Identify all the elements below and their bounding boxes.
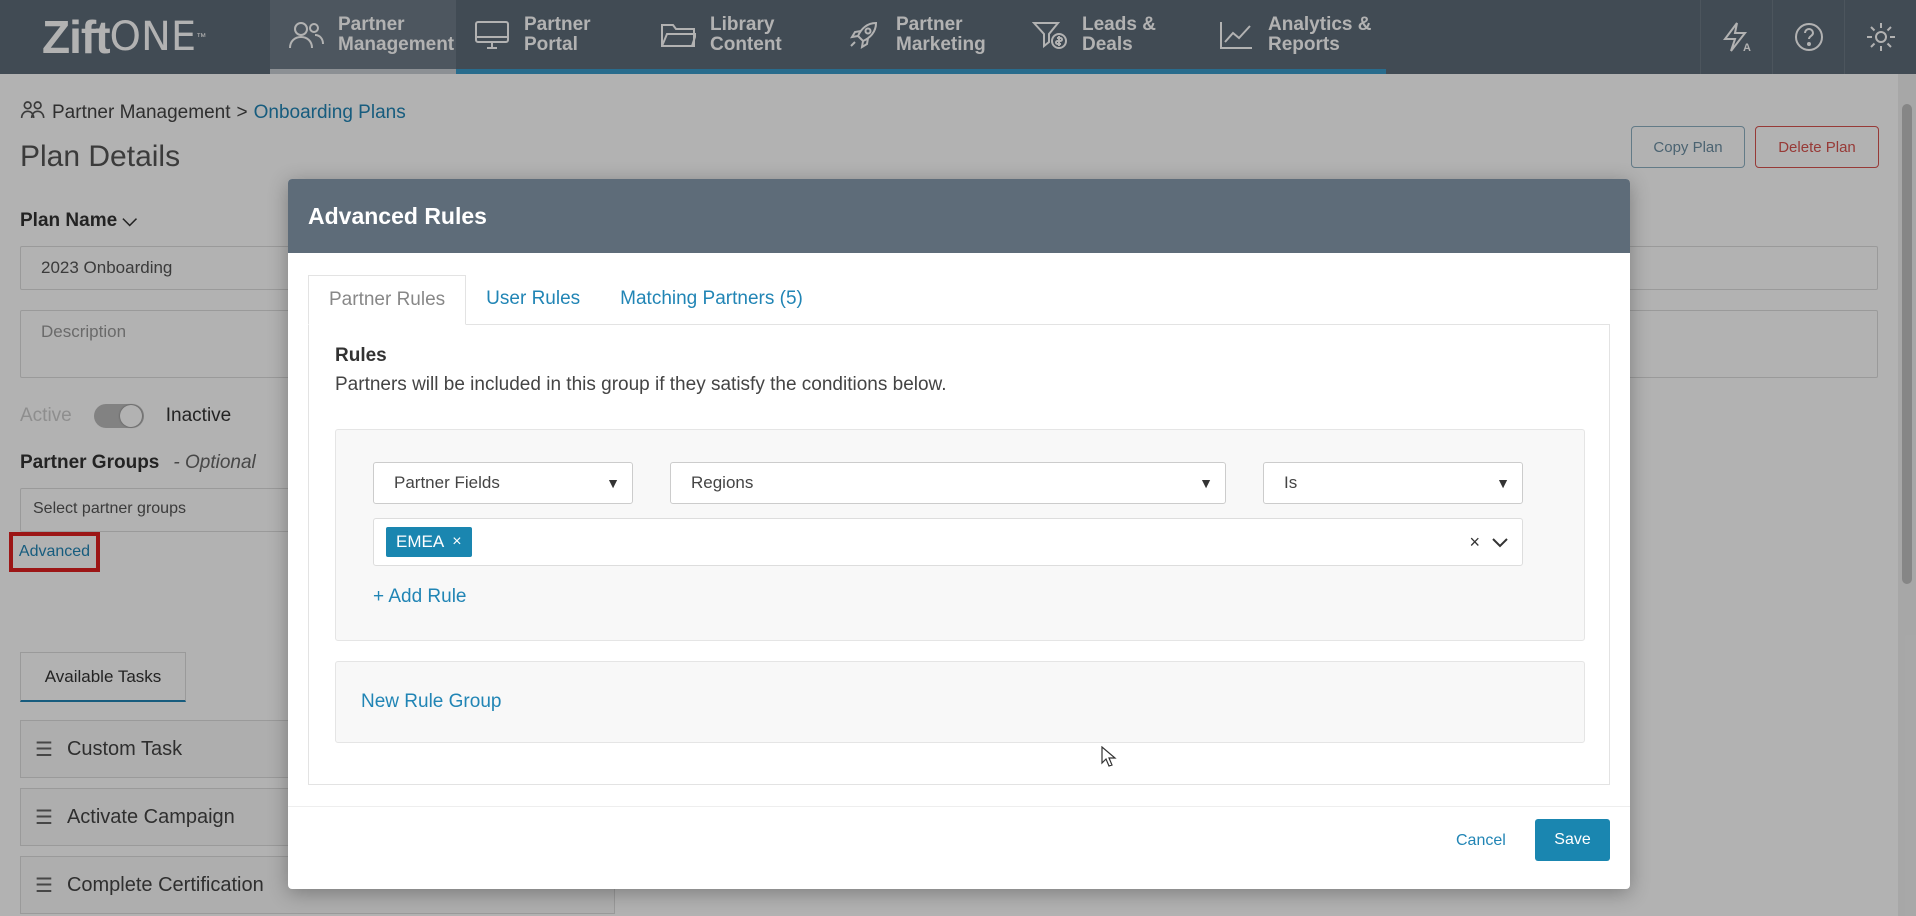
footer-divider xyxy=(288,806,1630,807)
rules-description: Partners will be included in this group … xyxy=(335,374,947,395)
field-select[interactable]: Regions ▼ xyxy=(670,462,1226,504)
chevron-down-icon: ▼ xyxy=(1496,475,1510,491)
tab-matching-partners[interactable]: Matching Partners (5) xyxy=(600,274,823,324)
cancel-button[interactable]: Cancel xyxy=(1456,832,1506,850)
operator-value: Is xyxy=(1284,473,1298,492)
mouse-cursor-icon xyxy=(1101,746,1117,767)
value-tag-label: EMEA xyxy=(396,532,445,551)
values-multiselect[interactable]: EMEA × × xyxy=(373,518,1523,566)
remove-tag-icon[interactable]: × xyxy=(452,533,461,551)
field-type-select[interactable]: Partner Fields ▼ xyxy=(373,462,633,504)
clear-icon[interactable]: × xyxy=(1469,532,1480,553)
field-value: Regions xyxy=(691,473,754,492)
value-tag: EMEA × xyxy=(386,527,472,557)
operator-select[interactable]: Is ▼ xyxy=(1263,462,1523,504)
new-rule-group-label: New Rule Group xyxy=(361,691,502,712)
chevron-down-icon: ▼ xyxy=(606,475,620,491)
rules-heading: Rules xyxy=(335,345,387,366)
rules-tabs: Partner Rules User Rules Matching Partne… xyxy=(308,275,1610,325)
save-button[interactable]: Save xyxy=(1535,819,1610,861)
chevron-down-icon[interactable] xyxy=(1492,532,1508,553)
modal-title: Advanced Rules xyxy=(288,179,1630,253)
chevron-down-icon: ▼ xyxy=(1199,475,1213,491)
tab-user-rules[interactable]: User Rules xyxy=(466,274,600,324)
field-type-value: Partner Fields xyxy=(394,473,500,492)
tab-partner-rules[interactable]: Partner Rules xyxy=(308,275,467,325)
partner-rules-panel: Rules Partners will be included in this … xyxy=(308,325,1610,785)
advanced-rules-modal: Advanced Rules Partner Rules User Rules … xyxy=(288,179,1630,889)
add-rule-link[interactable]: + Add Rule xyxy=(373,586,467,608)
rule-group: Partner Fields ▼ Regions ▼ Is ▼ EMEA × × xyxy=(335,429,1585,641)
new-rule-group-button[interactable]: New Rule Group xyxy=(335,661,1585,743)
